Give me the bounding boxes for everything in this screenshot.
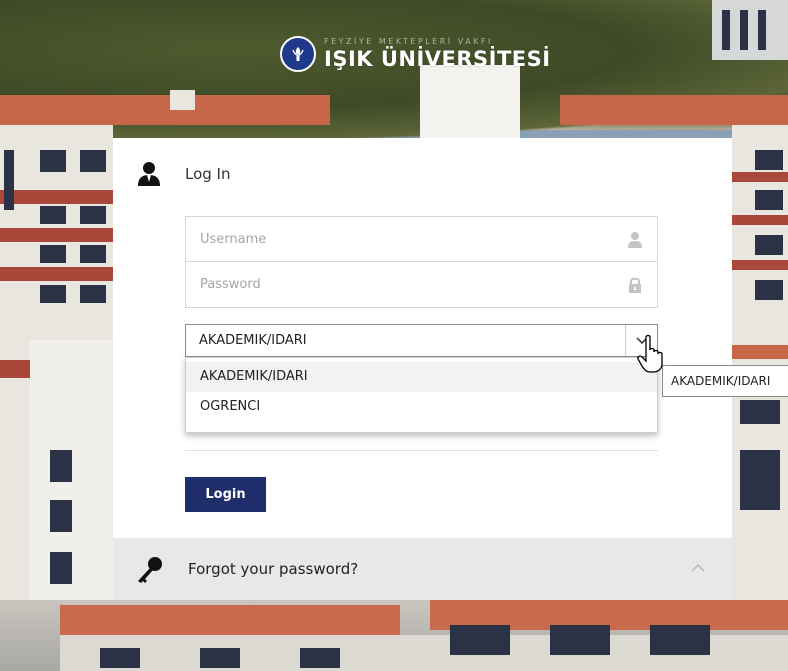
- key-icon: [138, 557, 162, 583]
- dropdown-option[interactable]: OGRENCI: [186, 392, 657, 422]
- username-input[interactable]: [186, 217, 657, 261]
- person-icon: [628, 232, 642, 248]
- user-type-dropdown: AKADEMIK/IDARI OGRENCI: [185, 357, 658, 433]
- lock-icon: [629, 277, 641, 293]
- login-title: Log In: [185, 165, 231, 183]
- forgot-password-bar[interactable]: Forgot your password?: [113, 538, 732, 600]
- password-field[interactable]: [185, 262, 658, 308]
- user-icon: [138, 162, 160, 186]
- chevron-up-icon[interactable]: [690, 560, 706, 576]
- login-button[interactable]: Login: [185, 477, 266, 512]
- dropdown-option[interactable]: AKADEMIK/IDARI: [186, 362, 657, 392]
- forgot-password-link[interactable]: Forgot your password?: [188, 560, 358, 578]
- torch-emblem-icon: [280, 36, 316, 72]
- university-logo: FEYZİYE MEKTEPLERİ VAKFI IŞIK ÜNİVERSİTE…: [280, 36, 551, 72]
- hand-cursor-icon: [637, 334, 663, 373]
- username-field[interactable]: [185, 216, 658, 262]
- tooltip: AKADEMIK/IDARI: [662, 365, 788, 397]
- user-type-select[interactable]: AKADEMIK/IDARI: [185, 324, 658, 357]
- divider: [185, 450, 658, 451]
- logo-name: IŞIK ÜNİVERSİTESİ: [324, 47, 551, 71]
- logo-subtitle: FEYZİYE MEKTEPLERİ VAKFI: [324, 37, 493, 46]
- user-type-selected: AKADEMIK/IDARI: [199, 333, 307, 348]
- password-input[interactable]: [186, 262, 657, 307]
- login-header: Log In: [135, 160, 231, 188]
